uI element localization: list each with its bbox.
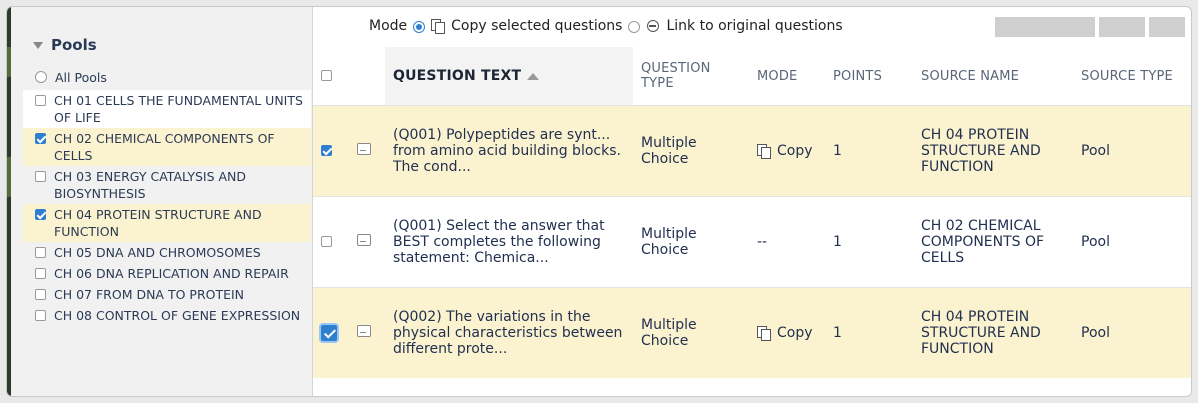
copy-mode-label[interactable]: Copy selected questions [451,18,622,34]
pool-checkbox[interactable] [35,209,46,220]
mode-value: -- [757,234,768,250]
source-type: Pool [1073,105,1191,197]
pool-item-ch07[interactable]: CH 07 FROM DNA TO PROTEIN [23,284,311,305]
pool-item-all[interactable]: All Pools [23,67,311,88]
collapse-triangle-icon [33,41,43,49]
header-points[interactable]: POINTS [825,47,913,106]
all-pools-radio[interactable] [35,71,47,83]
pool-label: CH 06 DNA REPLICATION AND REPAIR [54,266,289,281]
preview-icon[interactable] [357,234,371,246]
preview-header [349,47,385,106]
source-type: Pool [1073,196,1191,288]
pool-checkbox[interactable] [35,268,46,279]
row-checkbox[interactable] [321,145,332,156]
pool-checkbox[interactable] [35,247,46,258]
pool-checkbox[interactable] [35,133,46,144]
question-type: Multiple Choice [633,105,749,197]
pool-item-ch04[interactable]: CH 04 PROTEIN STRUCTURE AND FUNCTION [23,204,311,242]
pool-label: CH 01 CELLS THE FUNDAMENTAL UNITS OF LIF… [54,93,303,125]
source-type: Pool [1073,287,1191,378]
questions-table: QUESTION TEXT QUESTION TYPE MODE POINTS … [313,47,1191,378]
header-question-text-label: QUESTION TEXT [393,68,522,84]
pool-item-ch08[interactable]: CH 08 CONTROL OF GENE EXPRESSION [23,305,311,326]
copy-icon [431,19,446,34]
toolbar-button[interactable] [995,17,1095,37]
toolbar-buttons [995,17,1185,37]
copy-icon [757,144,771,159]
preview-icon[interactable] [357,143,371,155]
table-row: (Q002) The variations in the physical ch… [313,287,1191,378]
pools-header-label: Pools [51,36,97,54]
questions-panel: Mode Copy selected questions Link to ori… [313,7,1191,396]
source-name: CH 04 PROTEIN STRUCTURE AND FUNCTION [913,105,1073,197]
points-value: 1 [825,196,913,288]
pool-checkbox[interactable] [35,310,46,321]
copy-mode-radio[interactable] [413,21,426,33]
row-checkbox[interactable] [321,324,337,341]
link-icon [646,19,660,33]
row-checkbox[interactable] [321,236,332,247]
header-source-type[interactable]: SOURCE TYPE [1073,47,1191,106]
mode-cell: Copy [757,143,817,159]
table-row: (Q001) Select the answer that BEST compl… [313,196,1191,288]
question-text[interactable]: (Q002) The variations in the physical ch… [385,287,633,378]
mode-value: Copy [777,143,813,159]
select-all-checkbox[interactable] [321,70,332,81]
mode-cell: -- [757,234,817,250]
table-row: (Q001) Polypeptides are synt... from ami… [313,105,1191,197]
pool-checkbox[interactable] [35,171,46,182]
pool-item-ch02[interactable]: CH 02 CHEMICAL COMPONENTS OF CELLS [23,128,311,166]
header-source-name[interactable]: SOURCE NAME [913,47,1073,106]
copy-icon [757,326,771,341]
pool-label: CH 04 PROTEIN STRUCTURE AND FUNCTION [54,207,262,239]
pool-label: CH 02 CHEMICAL COMPONENTS OF CELLS [54,131,275,163]
preview-icon[interactable] [357,325,371,337]
all-pools-label: All Pools [55,70,107,85]
pool-label: CH 03 ENERGY CATALYSIS AND BIOSYNTHESIS [54,169,247,201]
pool-item-ch05[interactable]: CH 05 DNA AND CHROMOSOMES [23,242,311,263]
source-name: CH 02 CHEMICAL COMPONENTS OF CELLS [913,196,1073,288]
mode-bar: Mode Copy selected questions Link to ori… [369,15,843,37]
pool-checkbox[interactable] [35,95,46,106]
header-question-text[interactable]: QUESTION TEXT [385,47,633,106]
pools-header[interactable]: Pools [33,33,97,57]
pool-item-ch03[interactable]: CH 03 ENERGY CATALYSIS AND BIOSYNTHESIS [23,166,311,204]
points-value: 1 [825,287,913,378]
toolbar-button[interactable] [1149,17,1185,37]
toolbar-button[interactable] [1099,17,1145,37]
pool-list: All Pools CH 01 CELLS THE FUNDAMENTAL UN… [23,67,311,326]
pool-item-ch06[interactable]: CH 06 DNA REPLICATION AND REPAIR [23,263,311,284]
pool-item-ch01[interactable]: CH 01 CELLS THE FUNDAMENTAL UNITS OF LIF… [23,90,311,128]
select-all-cell [313,47,349,106]
question-type: Multiple Choice [633,196,749,288]
mode-cell: Copy [757,325,817,341]
source-name: CH 04 PROTEIN STRUCTURE AND FUNCTION [913,287,1073,378]
pool-label: CH 05 DNA AND CHROMOSOMES [54,245,261,260]
background-strip [7,7,11,396]
link-mode-label[interactable]: Link to original questions [666,18,842,34]
header-question-type[interactable]: QUESTION TYPE [633,47,749,106]
sort-ascending-icon [527,72,540,80]
table-header-row: QUESTION TEXT QUESTION TYPE MODE POINTS … [313,47,1191,106]
mode-value: Copy [777,325,813,341]
pool-checkbox[interactable] [35,289,46,300]
mode-label: Mode [369,18,408,34]
link-mode-radio[interactable] [628,21,641,33]
question-text[interactable]: (Q001) Select the answer that BEST compl… [385,196,633,288]
question-text[interactable]: (Q001) Polypeptides are synt... from ami… [385,105,633,197]
question-type: Multiple Choice [633,287,749,378]
pools-sidebar: Pools All Pools CH 01 CELLS THE FUNDAMEN… [7,7,313,396]
header-mode[interactable]: MODE [749,47,825,106]
pool-label: CH 07 FROM DNA TO PROTEIN [54,287,245,302]
question-pool-window: Pools All Pools CH 01 CELLS THE FUNDAMEN… [6,6,1192,397]
pool-label: CH 08 CONTROL OF GENE EXPRESSION [54,308,301,323]
points-value: 1 [825,105,913,197]
